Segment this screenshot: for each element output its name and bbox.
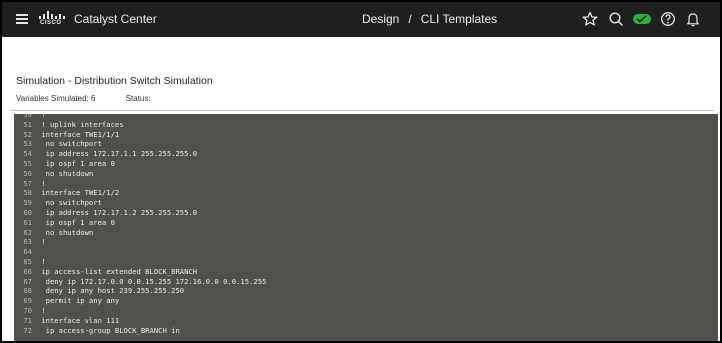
- line-number: 57: [23, 178, 32, 188]
- code-line: 66 ip access-list extended BLOCK_BRANCH: [14, 267, 718, 277]
- line-number: 71: [23, 315, 32, 325]
- divider: [10, 110, 714, 111]
- search-icon[interactable]: [608, 11, 624, 27]
- code-text: !: [37, 114, 46, 119]
- simulation-summary: Variables Simulated: 6 Status:: [16, 94, 151, 103]
- code-line: 56 no shutdown: [14, 169, 718, 179]
- line-number: 61: [23, 217, 32, 227]
- code-line: 70 !: [14, 306, 718, 316]
- code-text: deny ip any host 239.255.255.250: [37, 286, 185, 296]
- notifications-icon[interactable]: [685, 11, 701, 27]
- line-number: 65: [23, 256, 32, 266]
- code-line: 55 ip ospf 1 area 0: [14, 159, 718, 169]
- code-line: 60 ip address 172.17.1.2 255.255.255.0: [14, 208, 718, 218]
- code-text: !: [37, 305, 46, 315]
- code-text: ! uplink interfaces: [37, 119, 124, 129]
- code-text: !: [37, 237, 46, 247]
- code-text: ip ospf 1 area 0: [37, 158, 115, 168]
- code-line: 59 no switchport: [14, 198, 718, 208]
- breadcrumb-separator: /: [408, 12, 412, 26]
- menu-icon[interactable]: [16, 14, 28, 24]
- code-line: 64: [14, 247, 718, 257]
- code-text: no shutdown: [37, 168, 94, 178]
- code-text: ip address 172.17.1.2 255.255.255.0: [37, 207, 198, 217]
- line-number: 54: [23, 149, 32, 159]
- line-number: 72: [23, 325, 32, 335]
- code-text: no switchport: [37, 139, 102, 149]
- app-title[interactable]: Catalyst Center: [74, 12, 157, 26]
- breadcrumb-cli-templates: CLI Templates: [420, 12, 498, 26]
- line-number: 60: [23, 207, 32, 217]
- line-number: 56: [23, 168, 32, 178]
- code-text: ip ospf 1 area 0: [37, 217, 115, 227]
- top-navigation-bar: CISCO Catalyst Center Design / CLI Templat…: [2, 2, 720, 37]
- line-number: 59: [23, 198, 32, 208]
- code-line: 51 ! uplink interfaces: [14, 120, 718, 130]
- line-number: 51: [23, 119, 32, 129]
- line-number: 55: [23, 158, 32, 168]
- code-line: 69 permit ip any any: [14, 296, 718, 306]
- cli-output-panel[interactable]: 50 ! 51 ! uplink interfaces 52 interface T…: [14, 114, 718, 341]
- health-status-icon[interactable]: [632, 11, 652, 27]
- status-label: Status:: [125, 94, 151, 103]
- code-line: 72 ip access-group BLOCK_BRANCH in: [14, 326, 718, 336]
- code-text: interface TWE1/1/1: [37, 129, 120, 139]
- code-line: 58 interface TWE1/1/2: [14, 188, 718, 198]
- code-text: permit ip any any: [37, 296, 120, 306]
- code-line: 67 deny ip 172.17.0.0 0.0.15.255 172.16.…: [14, 277, 718, 287]
- header-divider: [2, 37, 720, 41]
- line-number: 62: [23, 227, 32, 237]
- line-number: 52: [23, 129, 32, 139]
- code-text: interface TWE1/1/2: [37, 188, 120, 198]
- line-number: 69: [23, 296, 32, 306]
- code-line: 65 !: [14, 257, 718, 267]
- line-number: 63: [23, 237, 32, 247]
- code-text: ip access-group BLOCK_BRANCH in: [37, 325, 180, 335]
- code-text: !: [37, 256, 46, 266]
- header-icons: [582, 11, 712, 29]
- line-number: 58: [23, 188, 32, 198]
- code-line: 57 !: [14, 179, 718, 189]
- code-line: 53 no switchport: [14, 139, 718, 149]
- cisco-logo: CISCO: [39, 11, 65, 29]
- help-icon[interactable]: [660, 11, 676, 27]
- code-line: 68 deny ip any host 239.255.255.250: [14, 286, 718, 296]
- code-text: !: [37, 178, 46, 188]
- code-line: 63 !: [14, 237, 718, 247]
- line-number: 66: [23, 266, 32, 276]
- line-number: 70: [23, 305, 32, 315]
- line-number: 68: [23, 286, 32, 296]
- code-line: 61 ip ospf 1 area 0: [14, 218, 718, 228]
- variables-simulated: Variables Simulated: 6: [16, 94, 96, 103]
- code-line: 62 no shutdown: [14, 228, 718, 238]
- line-number: 64: [23, 247, 32, 257]
- breadcrumb-design[interactable]: Design: [362, 12, 399, 26]
- page-title: Simulation - Distribution Switch Simulat…: [16, 75, 213, 87]
- line-number: 53: [23, 139, 32, 149]
- code-line: 71 interface vlan 111: [14, 316, 718, 326]
- code-line: 52 interface TWE1/1/1: [14, 130, 718, 140]
- app-window: CISCO Catalyst Center Design / CLI Templat…: [0, 0, 722, 343]
- code-text: deny ip 172.17.0.0 0.0.15.255 172.16.0.0…: [37, 276, 267, 286]
- line-number: 67: [23, 276, 32, 286]
- breadcrumb: Design / CLI Templates: [362, 12, 497, 26]
- star-icon[interactable]: [582, 11, 598, 27]
- code-text: ip address 172.17.1.1 255.255.255.0: [37, 149, 198, 159]
- code-text: no shutdown: [37, 227, 94, 237]
- code-text: interface vlan 111: [37, 315, 120, 325]
- code-line: 54 ip address 172.17.1.1 255.255.255.0: [14, 149, 718, 159]
- code-text: ip access-list extended BLOCK_BRANCH: [37, 266, 198, 276]
- code-text: no switchport: [37, 198, 102, 208]
- logo-text: CISCO: [40, 20, 62, 26]
